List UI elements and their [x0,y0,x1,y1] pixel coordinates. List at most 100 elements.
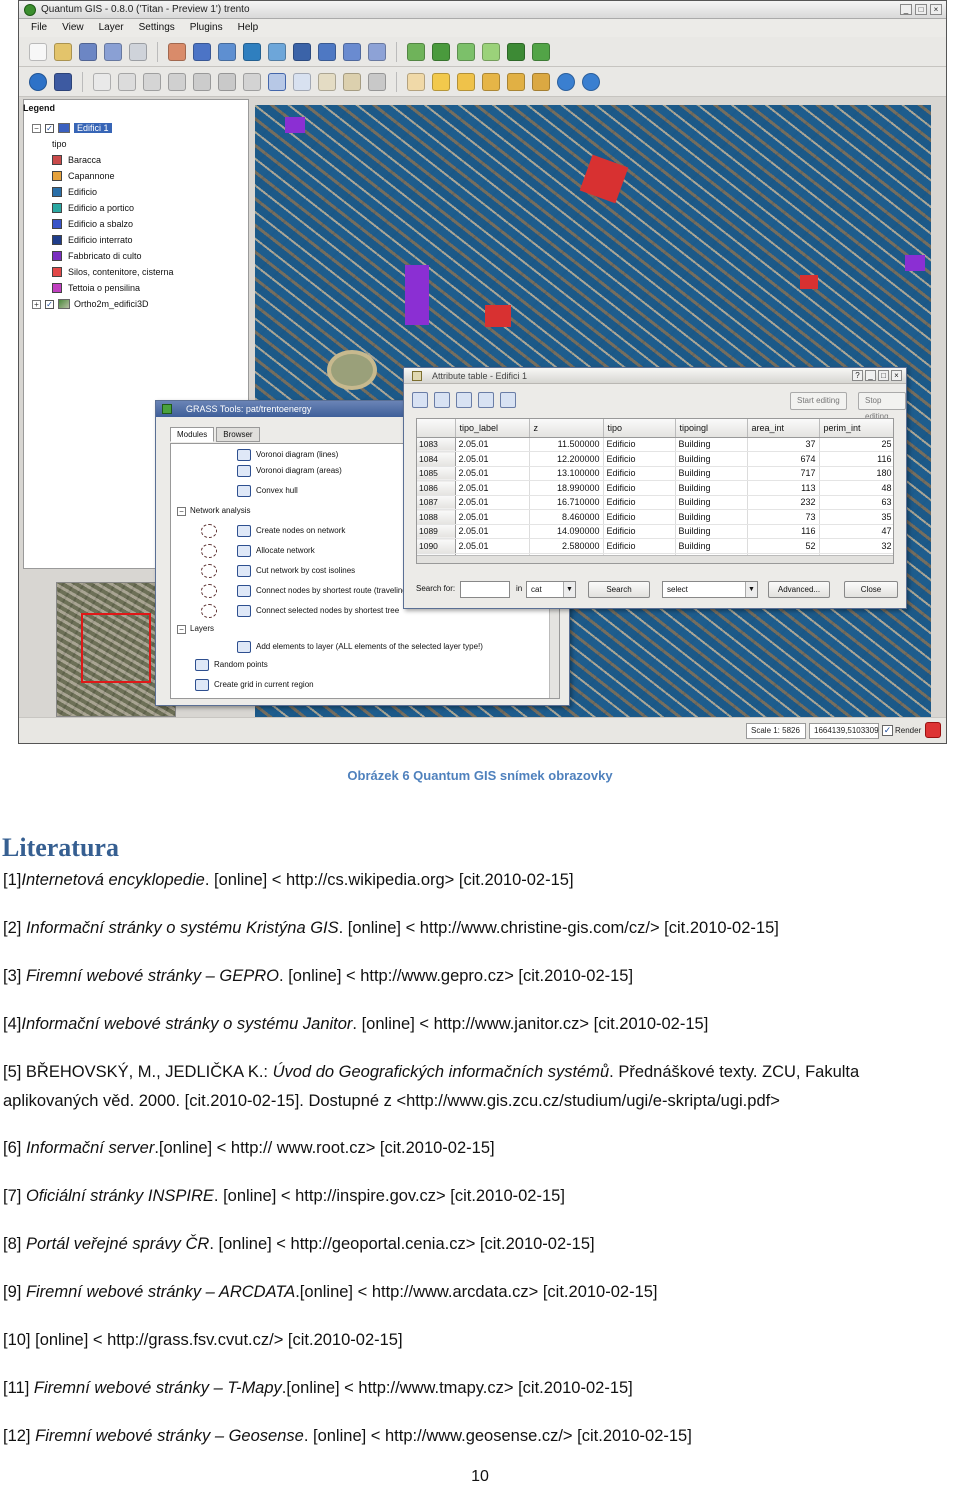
capture-point-icon[interactable] [93,72,111,91]
grass-module-item[interactable]: Connect nodes by shortest route (traveli… [237,584,407,598]
projection-icon[interactable] [925,722,941,738]
menu-help[interactable]: Help [238,19,259,37]
measure-line-icon[interactable] [318,72,336,91]
search-button[interactable]: Search [588,581,650,598]
grass-edit-icon[interactable] [482,42,500,61]
close-icon[interactable]: × [930,4,942,15]
show-all-icon[interactable] [343,42,361,61]
maximize-icon[interactable]: □ [878,370,889,381]
menu-file[interactable]: File [31,19,47,37]
print-icon[interactable] [129,42,147,61]
scale-field[interactable]: Scale 1: 5826 [746,723,806,739]
field-select[interactable]: cat ▼ [526,581,576,598]
collapse-icon[interactable]: − [177,506,186,516]
map-tips-icon[interactable] [368,72,386,91]
invert-selection-icon[interactable] [456,392,472,408]
maximize-icon[interactable]: □ [915,4,927,15]
layer-visibility-checkbox[interactable]: ✓ [45,123,54,133]
table-row[interactable]: 1089 2.05.01 14.090000 Edificio Building 116 4… [417,524,893,539]
stop-editing-button[interactable]: Stop editing [858,392,906,421]
overview-icon[interactable] [318,42,336,61]
paste-features-icon[interactable] [243,72,261,91]
column-header[interactable]: tipo_label [455,419,530,438]
zoom-last-icon[interactable] [557,72,575,91]
add-raster-icon[interactable] [193,42,211,61]
tab-modules[interactable]: Modules [170,427,215,442]
search-input[interactable] [460,581,510,598]
remove-layer-icon[interactable] [293,42,311,61]
close-button[interactable]: Close [844,581,898,598]
new-project-icon[interactable] [29,42,47,61]
new-vector-icon[interactable] [268,42,286,61]
zoom-to-selection-icon[interactable] [500,392,516,408]
table-row[interactable]: 1084 2.05.01 12.200000 Edificio Building 674 1… [417,451,893,467]
grid-horizontal-scrollbar[interactable] [417,555,893,563]
grass-module-item[interactable]: Random points [195,658,268,672]
expand-icon[interactable]: + [32,299,41,309]
grass-tools-icon[interactable] [532,42,550,61]
overview-extent-rect[interactable] [81,613,151,683]
capture-line-icon[interactable] [118,72,136,91]
grass-module-item[interactable]: Convex hull [237,484,298,498]
grass-vector-icon[interactable] [432,42,450,61]
grass-module-item[interactable]: Connect selected nodes by shortest tree [237,604,399,618]
grass-module-item[interactable]: Add elements to layer (ALL elements of t… [237,640,483,654]
table-row[interactable]: 1085 2.05.01 13.100000 Edificio Building 717 1… [417,466,893,481]
grass-raster-icon[interactable] [457,42,475,61]
move-selected-to-top-icon[interactable] [434,392,450,408]
grass-module-item[interactable]: Create grid in current region [195,678,314,692]
row-id[interactable]: 1087 [417,495,456,510]
menu-view[interactable]: View [62,19,84,37]
zoom-full-icon[interactable] [482,72,500,91]
menu-settings[interactable]: Settings [139,19,175,37]
zoom-layer-icon[interactable] [532,72,550,91]
row-id[interactable]: 1089 [417,524,456,539]
refresh-icon[interactable] [582,72,600,91]
grass-category[interactable]: − Layers [177,622,214,636]
measure-area-icon[interactable] [343,72,361,91]
pan-icon[interactable] [407,72,425,91]
row-id[interactable]: 1084 [417,451,456,467]
tab-browser[interactable]: Browser [216,427,260,442]
table-row[interactable]: 1087 2.05.01 16.710000 Edificio Building 232 6… [417,495,893,510]
attribute-table-titlebar[interactable]: Attribute table - Edifici 1 ? _ □ × [404,368,906,384]
grass-region-icon[interactable] [507,42,525,61]
add-postgis-icon[interactable] [218,42,236,61]
grass-module-item[interactable]: Allocate network [237,544,315,558]
row-id[interactable]: 1085 [417,466,456,481]
column-header[interactable]: tipo [603,419,676,438]
move-vertex-icon[interactable] [168,72,186,91]
selection-mode-select[interactable]: select ▼ [662,581,758,598]
legend-layer-ortho[interactable]: + ✓ Ortho2m_edifici3D [32,296,174,312]
cut-features-icon[interactable] [218,72,236,91]
column-header[interactable]: area_int [747,419,820,438]
help-icon[interactable]: ? [852,370,863,381]
grass-module-item[interactable]: Voronoi diagram (areas) [237,464,342,478]
minimize-icon[interactable]: _ [865,370,876,381]
table-row[interactable]: 1090 2.05.01 2.580000 Edificio Building 52 32 [417,538,893,554]
collapse-icon[interactable]: − [32,123,41,133]
row-id[interactable]: 1088 [417,509,456,525]
close-icon[interactable]: × [891,370,902,381]
save-project-icon[interactable] [79,42,97,61]
identify-icon[interactable] [54,72,72,91]
row-id[interactable]: 1090 [417,538,456,554]
table-row[interactable]: 1088 2.05.01 8.460000 Edificio Building 73 35 [417,509,893,525]
save-as-icon[interactable] [104,42,122,61]
menu-plugins[interactable]: Plugins [190,19,223,37]
hide-all-icon[interactable] [368,42,386,61]
grass-category[interactable]: − Network analysis [177,504,250,518]
advanced-button[interactable]: Advanced... [768,581,830,598]
open-project-icon[interactable] [54,42,72,61]
add-vector-icon[interactable] [168,42,186,61]
table-row[interactable]: 1086 2.05.01 18.990000 Edificio Building 113 4… [417,480,893,496]
render-checkbox[interactable]: ✓ [882,725,893,736]
zoom-in-icon[interactable] [432,72,450,91]
row-id[interactable]: 1083 [417,437,456,452]
row-id[interactable]: 1086 [417,480,456,496]
legend-layer-edifici[interactable]: − ✓ Edifici 1 [32,120,174,136]
minimize-icon[interactable]: _ [900,4,912,15]
grass-module-item[interactable]: Voronoi diagram (lines) [237,448,338,462]
copy-selected-icon[interactable] [478,392,494,408]
layer-visibility-checkbox[interactable]: ✓ [45,299,54,309]
